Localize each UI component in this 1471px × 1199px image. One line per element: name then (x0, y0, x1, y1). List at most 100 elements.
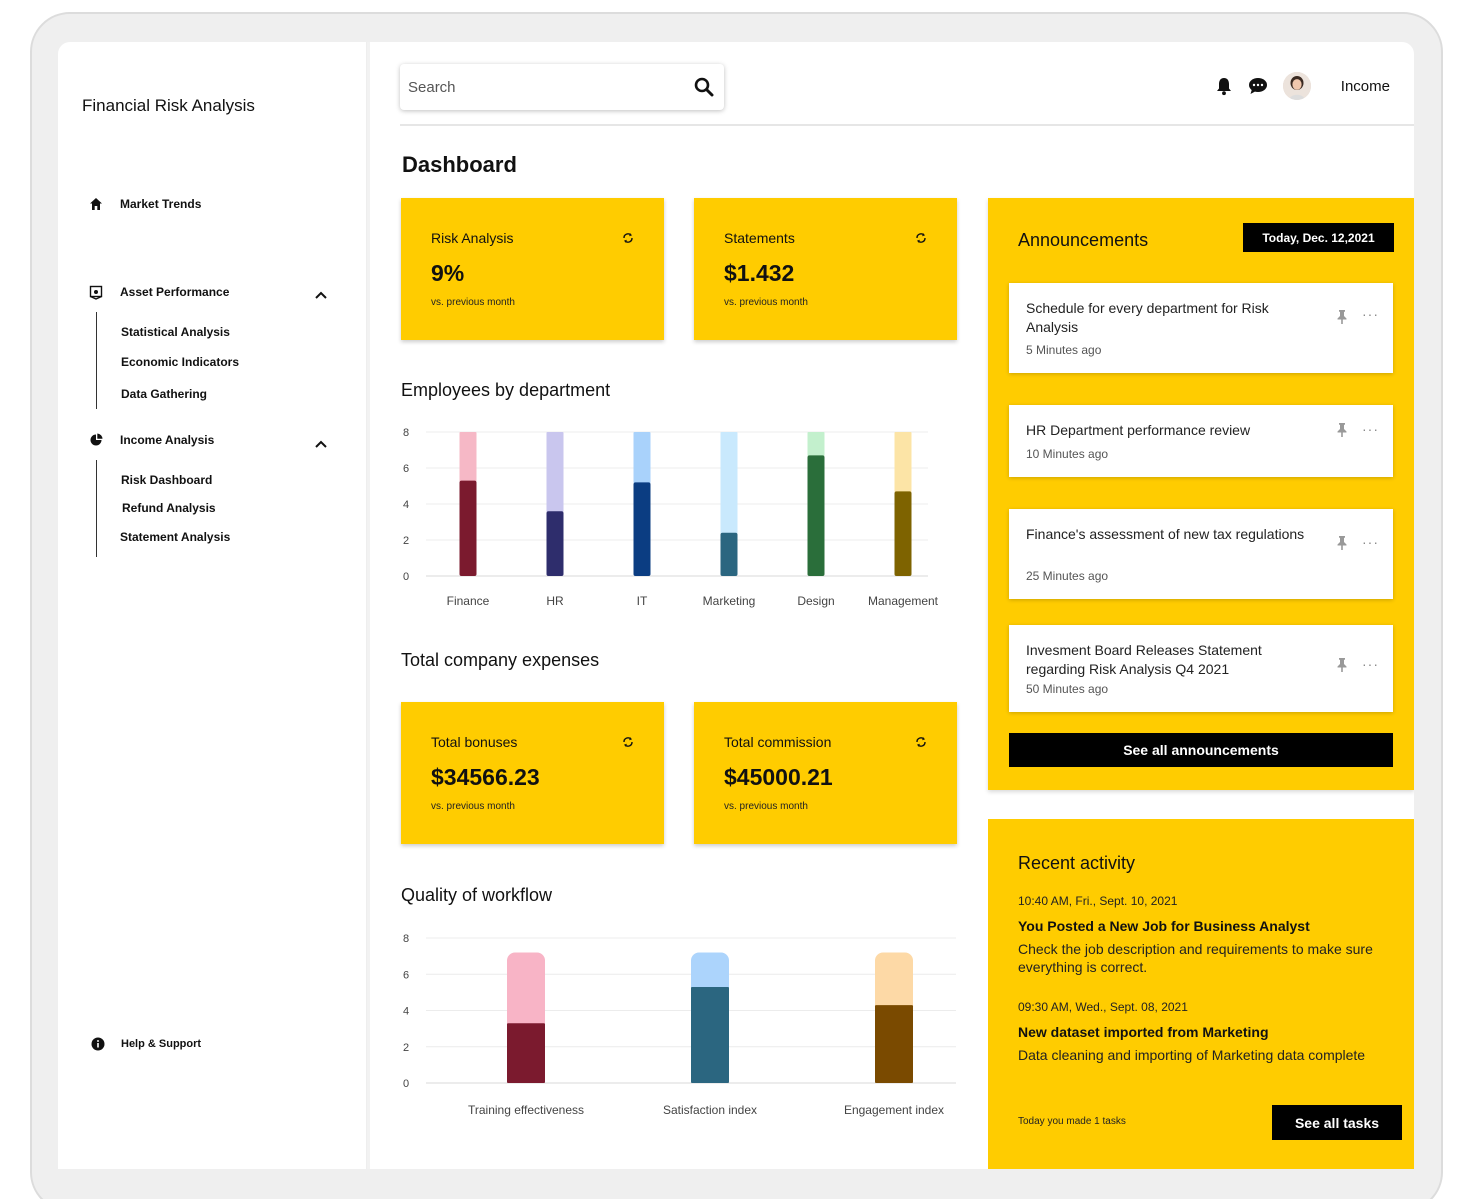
avatar[interactable] (1282, 72, 1311, 100)
user-menu-label[interactable]: Income (1341, 78, 1390, 95)
search-input[interactable]: Search (408, 79, 694, 96)
bar-segment-upper[interactable] (807, 432, 825, 457)
refresh-icon[interactable] (915, 736, 927, 748)
kpi-subtext: vs. previous month (724, 801, 808, 812)
sidebar-item-label: Market Trends (120, 197, 202, 211)
kpi-subtext: vs. previous month (431, 297, 515, 308)
sidebar-subitem-refund-analysis[interactable]: Refund Analysis (122, 501, 216, 515)
sidebar-item-help-support[interactable]: Help & Support (90, 1036, 201, 1052)
bar-segment-upper[interactable] (720, 432, 738, 534)
bar-segment-lower[interactable] (546, 511, 564, 576)
kpi-card-total-commission: Total commission $45000.21 vs. previous … (694, 702, 957, 844)
x-category-label: Marketing (703, 594, 756, 608)
x-category-label: Management (868, 594, 939, 608)
chevron-up-icon[interactable] (313, 287, 329, 303)
x-category-label: Finance (447, 594, 490, 608)
bar-segment-upper[interactable] (459, 432, 477, 482)
pin-icon[interactable] (1335, 422, 1349, 438)
sidebar-item-label: Asset Performance (120, 285, 230, 299)
info-icon (90, 1036, 106, 1052)
announcements-title: Announcements (1018, 230, 1149, 250)
bar-segment-upper[interactable] (546, 432, 564, 513)
announcement-item[interactable]: Schedule for every department for Risk A… (1009, 283, 1393, 373)
announcement-time: 25 Minutes ago (1026, 569, 1109, 583)
y-tick-label: 4 (403, 1006, 409, 1018)
sidebar-item-label: Income Analysis (120, 433, 215, 447)
bar-segment-upper[interactable] (894, 432, 912, 493)
recent-activity-panel: Recent activity 10:40 AM, Fri., Sept. 10… (988, 819, 1414, 1169)
activity-time: 10:40 AM, Fri., Sept. 10, 2021 (1018, 894, 1178, 908)
bar-segment-lower[interactable] (720, 532, 738, 576)
main-content: Search Income Dashboard Risk Analysis 9%… (370, 42, 1414, 1169)
see-all-tasks-button[interactable]: See all tasks (1272, 1105, 1402, 1140)
search-icon[interactable] (694, 77, 714, 97)
activity-item: 09:30 AM, Wed., Sept. 08, 2021 New datas… (1018, 1000, 1408, 1064)
bar-segment-lower[interactable] (894, 491, 912, 576)
announcement-time: 10 Minutes ago (1026, 447, 1109, 461)
more-icon[interactable]: ··· (1362, 307, 1379, 321)
bar-segment-upper[interactable] (875, 952, 913, 1014)
bell-icon[interactable] (1213, 75, 1235, 97)
sidebar-subitem-economic-indicators[interactable]: Economic Indicators (121, 355, 239, 369)
announcement-item[interactable]: Finance's assessment of new tax regulati… (1009, 509, 1393, 599)
activity-item: 10:40 AM, Fri., Sept. 10, 2021 You Poste… (1018, 894, 1408, 976)
kpi-card-statements: Statements $1.432 vs. previous month (694, 198, 957, 340)
workflow-chart-title: Quality of workflow (401, 885, 553, 905)
kpi-subtext: vs. previous month (724, 297, 808, 308)
employees-bar-chart: 0 2 4 6 8 Finance HR IT Marketing Design Managemen… (403, 427, 939, 608)
header-divider (400, 124, 1414, 126)
y-tick-label: 8 (403, 933, 409, 945)
bar-segment-lower[interactable] (459, 480, 477, 576)
sidebar-item-market-trends[interactable]: Market Trends (88, 196, 201, 212)
refresh-icon[interactable] (622, 736, 634, 748)
pin-icon[interactable] (1335, 657, 1349, 673)
bar-segment-lower[interactable] (807, 455, 825, 576)
sidebar-subitem-statistical-analysis[interactable]: Statistical Analysis (121, 325, 230, 339)
kpi-label: Statements (724, 230, 795, 246)
sidebar-item-label: Help & Support (121, 1038, 202, 1050)
more-icon[interactable]: ··· (1362, 422, 1379, 436)
sidebar-item-asset-performance[interactable]: Asset Performance (88, 284, 229, 300)
x-category-label: Engagement index (844, 1103, 944, 1117)
bar-segment-upper[interactable] (507, 952, 545, 1032)
bar-segment-lower[interactable] (507, 1023, 545, 1083)
sidebar: Financial Risk Analysis Market Trends As… (58, 42, 367, 1169)
kpi-card-total-bonuses: Total bonuses $34566.23 vs. previous mon… (401, 702, 664, 844)
bar-segment-lower[interactable] (633, 482, 651, 576)
sidebar-subitem-statement-analysis[interactable]: Statement Analysis (120, 530, 230, 544)
announcement-item[interactable]: Invesment Board Releases Statement regar… (1009, 625, 1393, 712)
more-icon[interactable]: ··· (1362, 657, 1379, 671)
search-box[interactable]: Search (400, 64, 724, 110)
activity-body: Check the job description and requiremen… (1018, 941, 1373, 975)
sidebar-item-income-analysis[interactable]: Income Analysis (88, 432, 214, 448)
chat-icon[interactable] (1247, 75, 1269, 97)
bar-segment-lower[interactable] (691, 986, 729, 1083)
sidebar-subitem-risk-dashboard[interactable]: Risk Dashboard (121, 473, 212, 487)
kpi-value: $34566.23 (431, 764, 540, 790)
y-tick-label: 8 (403, 427, 409, 439)
sidebar-subitem-data-gathering[interactable]: Data Gathering (121, 387, 207, 401)
bar-segment-lower[interactable] (875, 1005, 913, 1083)
x-category-label: IT (637, 594, 648, 608)
bar-segment-upper[interactable] (633, 432, 651, 484)
more-icon[interactable]: ··· (1362, 535, 1379, 549)
kpi-subtext: vs. previous month (431, 801, 515, 812)
recent-activity-title: Recent activity (1018, 853, 1136, 873)
announcement-item[interactable]: HR Department performance review 10 Minu… (1009, 405, 1393, 477)
activity-headline[interactable]: New dataset imported from Marketing (1018, 1024, 1408, 1040)
kpi-card-risk-analysis: Risk Analysis 9% vs. previous month (401, 198, 664, 340)
home-icon (88, 196, 104, 212)
activity-headline[interactable]: You Posted a New Job for Business Analys… (1018, 918, 1408, 934)
announcement-title: Finance's assessment of new tax regulati… (1026, 526, 1305, 542)
pin-icon[interactable] (1335, 309, 1349, 325)
y-tick-label: 4 (403, 499, 409, 511)
refresh-icon[interactable] (622, 232, 634, 244)
chevron-up-icon[interactable] (313, 436, 329, 452)
refresh-icon[interactable] (915, 232, 927, 244)
app-screen: Financial Risk Analysis Market Trends As… (58, 42, 1414, 1169)
header-actions: Income (1201, 72, 1390, 100)
x-category-label: Training effectiveness (468, 1103, 584, 1117)
shield-icon (88, 284, 104, 300)
see-all-announcements-button[interactable]: See all announcements (1009, 733, 1393, 767)
pin-icon[interactable] (1335, 535, 1349, 551)
